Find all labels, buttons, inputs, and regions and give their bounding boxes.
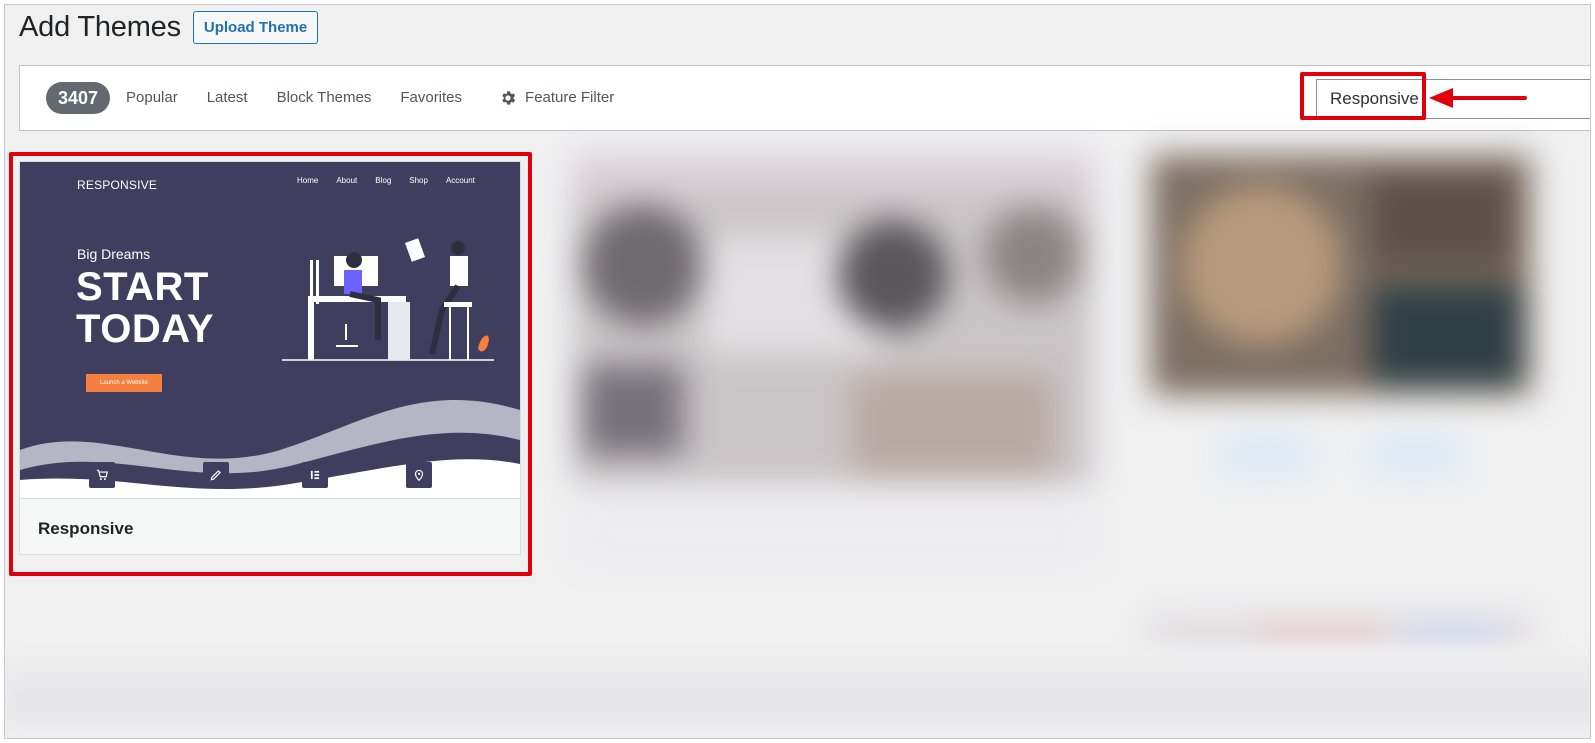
theme-name: Responsive xyxy=(38,519,134,538)
tab-popular[interactable]: Popular xyxy=(126,88,178,108)
blurred-theme-card xyxy=(573,155,1093,565)
preview-headline-line: START xyxy=(76,265,209,309)
preview-headline-line: TODAY xyxy=(76,307,215,351)
gear-icon xyxy=(502,91,516,105)
preview-logo: RESPONSIVE xyxy=(77,178,158,192)
elementor-icon xyxy=(302,462,328,488)
theme-screenshot[interactable]: RESPONSIVE Home About Blog Shop Account … xyxy=(20,162,520,498)
preview-headline: START TODAY xyxy=(76,266,214,350)
blurred-theme-card xyxy=(1151,155,1531,655)
office-illustration xyxy=(282,238,494,361)
preview-feature-icons xyxy=(20,462,520,498)
location-pin-icon xyxy=(406,462,432,488)
preview-nav-item: Account xyxy=(445,176,475,185)
theme-count-badge: 3407 xyxy=(46,82,111,114)
upload-theme-button[interactable]: Upload Theme xyxy=(192,11,319,44)
pointer-arrow-icon xyxy=(1429,88,1527,108)
tab-block-themes[interactable]: Block Themes xyxy=(277,88,372,108)
feature-filter-button[interactable]: Feature Filter xyxy=(499,88,614,108)
page-header: Add Themes Upload Theme xyxy=(19,11,319,44)
preview-nav-item: Home xyxy=(297,176,319,185)
search-highlight-box xyxy=(1300,72,1426,120)
cart-icon xyxy=(89,462,115,488)
preview-nav-item: Shop xyxy=(409,176,428,185)
page-title: Add Themes xyxy=(19,11,181,43)
screenshot-frame: Add Themes Upload Theme 3407 Popular Lat… xyxy=(4,4,1591,739)
theme-card-footer: Responsive xyxy=(20,498,520,554)
tab-favorites[interactable]: Favorites xyxy=(400,88,462,108)
preview-nav-item: Blog xyxy=(375,176,392,185)
filter-tabs: Popular Latest Block Themes Favorites Fe… xyxy=(126,88,643,108)
feature-filter-label: Feature Filter xyxy=(525,89,615,106)
preview-nav-item: About xyxy=(336,176,358,185)
tab-latest[interactable]: Latest xyxy=(207,88,248,108)
blurred-footer-area xyxy=(5,645,1590,738)
pencil-icon xyxy=(203,462,229,488)
theme-card-responsive[interactable]: RESPONSIVE Home About Blog Shop Account … xyxy=(19,161,521,555)
preview-subtitle: Big Dreams xyxy=(77,246,151,262)
preview-nav: Home About Blog Shop Account xyxy=(297,176,493,185)
